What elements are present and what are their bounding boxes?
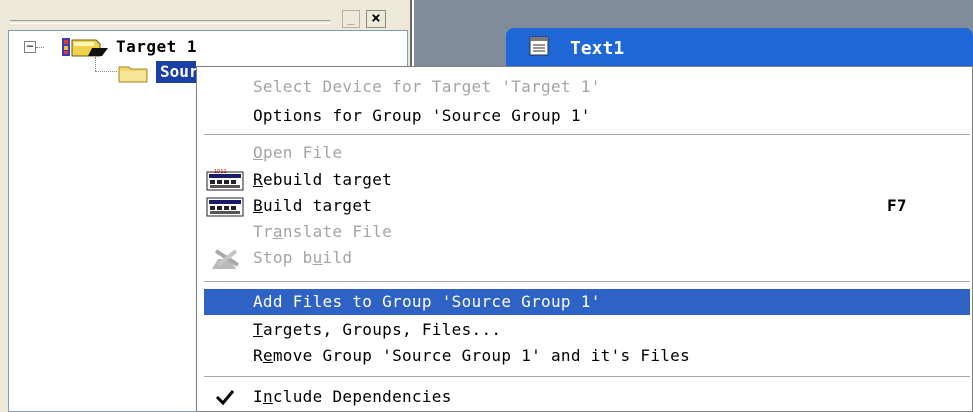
menu-item-open-file: Open File [253,143,342,163]
menu-item-label-rest: argets, Groups, Files... [262,320,502,339]
menu-item-include-dependencies[interactable]: Include Dependencies [253,387,452,407]
menu-item-mnemonic: O [253,143,263,162]
menu-item-select-device: Select Device for Target 'Target 1' [253,77,601,97]
menu-separator [204,376,970,377]
tree-connector-line [95,71,117,72]
tree-item-target-label[interactable]: Target 1 [116,36,197,58]
menu-item-mnemonic: T [253,320,263,339]
menu-item-shortcut: F7 [887,196,907,215]
folder-icon [118,66,148,83]
menu-item-mnemonic: n [262,387,273,406]
menu-separator [204,134,970,135]
document-icon [529,36,549,56]
menu-item-label: Options for Group 'Source Group 1' [253,106,591,125]
pane-minimize-button[interactable]: _ [342,10,360,28]
menu-item-label-rest: ebuild target [262,170,393,189]
menu-item-mnemonic: R [253,170,263,189]
menu-item-options-for-group[interactable]: Options for Group 'Source Group 1' [253,106,591,126]
menu-item-stop-build: Stop build [253,248,352,268]
menu-item-translate-file: Translate File [253,222,392,242]
pane-grip [10,20,330,24]
menu-item-label-rest: ild [322,248,353,267]
checkmark-icon [215,390,235,406]
menu-item-label-part: R [253,346,263,365]
menu-item-mnemonic: u [312,248,323,267]
menu-item-mnemonic: e [262,346,273,365]
menu-item-build-target[interactable]: Build target [253,196,372,216]
menu-item-label-rest: nslate File [282,222,393,241]
document-title: Text1 [570,38,625,59]
menu-item-rebuild-target[interactable]: Rebuild target [253,170,392,190]
tree-item-source-group[interactable]: Source Group 1 [156,61,196,83]
target-icon [62,38,108,57]
menu-item-label-part: Tr [253,222,273,241]
tree-collapse-toggle[interactable]: − [24,40,36,53]
menu-item-remove-group[interactable]: Remove Group 'Source Group 1' and it's F… [253,346,690,366]
rebuild-icon: 1011 [206,169,244,191]
menu-item-label-rest: clude Dependencies [272,387,452,406]
menu-item-label-rest: uild target [262,196,373,215]
stop-build-icon [212,249,240,269]
menu-item-targets-groups-files[interactable]: Targets, Groups, Files... [253,320,501,340]
tree-connector-line [36,47,44,48]
tree-connector-line [95,57,96,71]
build-icon [206,197,244,217]
menu-item-label: Add Files to Group 'Source Group 1' [253,292,601,311]
pane-close-button[interactable]: × [366,10,386,28]
menu-separator [204,281,970,282]
menu-item-label-part: I [253,387,263,406]
menu-item-label-part: Stop b [253,248,313,267]
menu-item-label-rest: move Group 'Source Group 1' and it's Fil… [272,346,691,365]
menu-item-mnemonic: B [253,196,263,215]
menu-item-label: Select Device for Target 'Target 1' [253,77,601,96]
menu-item-mnemonic: a [272,222,283,241]
menu-item-label-rest: pen File [262,143,343,162]
menu-item-add-files-to-group[interactable]: Add Files to Group 'Source Group 1' [253,292,601,312]
svg-text:1011: 1011 [214,169,227,175]
